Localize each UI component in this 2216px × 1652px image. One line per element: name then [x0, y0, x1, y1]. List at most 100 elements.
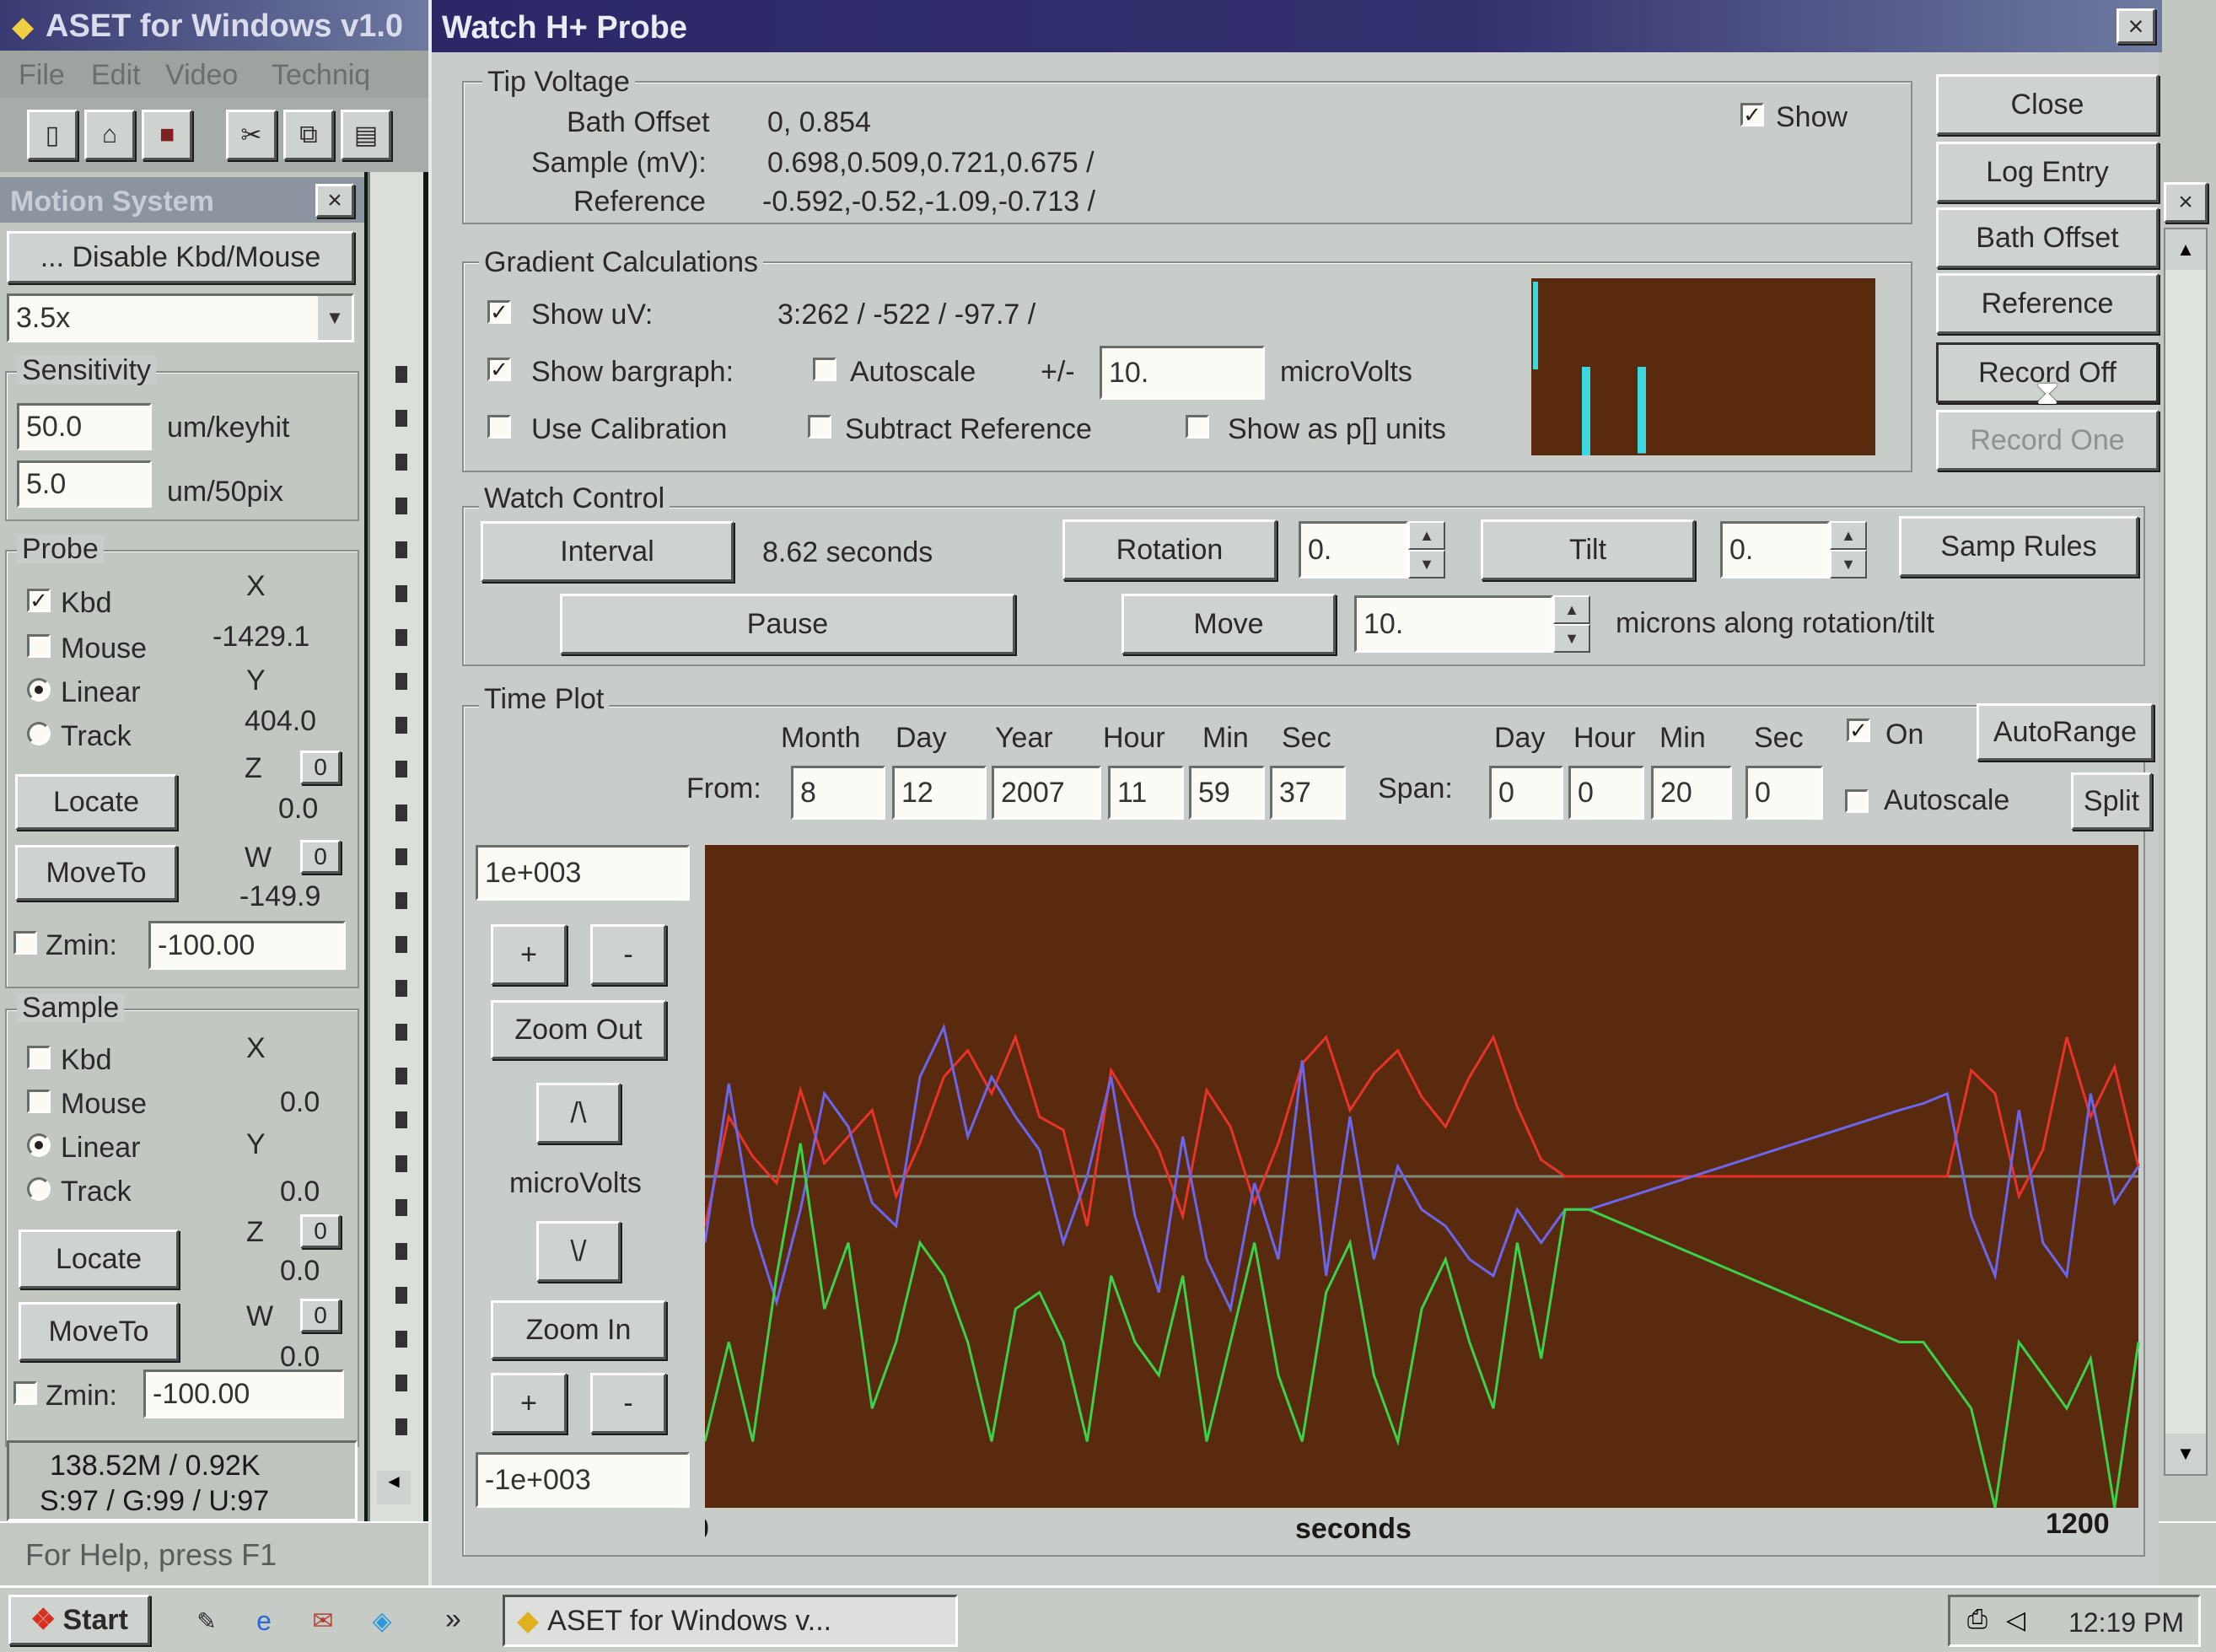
- span-sec-input[interactable]: 0: [1745, 766, 1823, 820]
- tilt-spinner[interactable]: ▲ ▼: [1830, 521, 1867, 578]
- sample-track-radio[interactable]: [27, 1177, 51, 1201]
- menu-technique[interactable]: Techniq: [272, 61, 370, 89]
- span-day-input[interactable]: 0: [1489, 766, 1563, 820]
- tilt-down-icon[interactable]: ▼: [1830, 550, 1867, 578]
- from-sec-input[interactable]: 37: [1270, 766, 1346, 820]
- pause-button[interactable]: Pause: [560, 594, 1015, 654]
- zoom-in-button[interactable]: Zoom In: [491, 1300, 666, 1359]
- probe-track-radio[interactable]: [27, 722, 51, 745]
- tilt-input[interactable]: 0.: [1720, 521, 1830, 578]
- scroll-up-icon[interactable]: ▲: [2165, 229, 2206, 270]
- close-button[interactable]: Close: [1936, 74, 2159, 135]
- save-icon[interactable]: ■: [142, 110, 192, 160]
- samp-rules-button[interactable]: Samp Rules: [1899, 516, 2138, 577]
- log-entry-button[interactable]: Log Entry: [1936, 142, 2159, 202]
- move-down-icon[interactable]: ▼: [1553, 624, 1590, 653]
- interval-button[interactable]: Interval: [481, 521, 734, 582]
- quicklaunch-ie-icon[interactable]: e: [241, 1598, 287, 1644]
- from-hour-input[interactable]: 11: [1108, 766, 1184, 820]
- move-spinner[interactable]: ▲ ▼: [1553, 595, 1590, 653]
- new-file-icon[interactable]: ▯: [27, 110, 78, 160]
- probe-zmin-input[interactable]: -100.00: [148, 921, 346, 970]
- quicklaunch-desktop-icon[interactable]: ✎: [184, 1598, 229, 1644]
- zoom-out-button[interactable]: Zoom Out: [491, 1000, 666, 1059]
- menu-edit[interactable]: Edit: [91, 61, 141, 89]
- show-bargraph-checkbox[interactable]: ✓: [487, 358, 511, 381]
- open-folder-icon[interactable]: ⌂: [84, 110, 135, 160]
- sample-locate-button[interactable]: Locate: [19, 1230, 179, 1289]
- time-autoscale-checkbox[interactable]: [1845, 789, 1869, 813]
- ymin-minus-button[interactable]: -: [590, 1373, 666, 1434]
- rotation-up-icon[interactable]: ▲: [1408, 521, 1445, 550]
- shift-up-button[interactable]: /\: [536, 1083, 621, 1143]
- probe-locate-button[interactable]: Locate: [15, 774, 177, 830]
- from-min-input[interactable]: 59: [1189, 766, 1265, 820]
- time-on-checkbox[interactable]: ✓: [1847, 718, 1870, 742]
- taskbar-aset-button[interactable]: ◆ ASET for Windows v...: [503, 1595, 958, 1647]
- sample-linear-radio[interactable]: [27, 1133, 51, 1157]
- show-uv-checkbox[interactable]: ✓: [487, 300, 511, 324]
- sample-kbd-checkbox[interactable]: [27, 1046, 51, 1069]
- quicklaunch-channel-icon[interactable]: ◈: [359, 1598, 405, 1644]
- bath-offset-button[interactable]: Bath Offset: [1936, 207, 2159, 268]
- probe-linear-radio[interactable]: [27, 678, 51, 702]
- sensitivity-keyhit-input[interactable]: 50.0: [17, 403, 152, 450]
- sample-mouse-checkbox[interactable]: [27, 1090, 51, 1113]
- tilt-button[interactable]: Tilt: [1481, 519, 1695, 580]
- tray-network-icon[interactable]: ⎙: [1967, 1606, 1987, 1634]
- use-calibration-checkbox[interactable]: [487, 415, 511, 439]
- sample-z-zero-button[interactable]: 0: [300, 1214, 341, 1248]
- split-button[interactable]: Split: [2071, 772, 2152, 830]
- grad-autoscale-checkbox[interactable]: [813, 358, 836, 381]
- probe-mouse-checkbox[interactable]: [27, 634, 51, 658]
- start-button[interactable]: ❖ Start: [8, 1595, 150, 1645]
- dialog-close-icon[interactable]: ×: [2116, 8, 2155, 44]
- ymax-minus-button[interactable]: -: [590, 924, 666, 985]
- menu-video[interactable]: Video: [165, 61, 238, 89]
- paste-icon[interactable]: ▤: [341, 110, 391, 160]
- quicklaunch-more-icon[interactable]: »: [445, 1605, 461, 1633]
- rotation-button[interactable]: Rotation: [1062, 519, 1277, 580]
- from-day-input[interactable]: 12: [892, 766, 987, 820]
- ymin-plus-button[interactable]: +: [491, 1373, 567, 1434]
- reference-button[interactable]: Reference: [1936, 273, 2159, 334]
- from-month-input[interactable]: 8: [791, 766, 885, 820]
- sensitivity-pix-input[interactable]: 5.0: [17, 460, 152, 508]
- copy-icon[interactable]: ⧉: [283, 110, 334, 160]
- tilt-up-icon[interactable]: ▲: [1830, 521, 1867, 550]
- scroll-down-icon[interactable]: ▼: [2165, 1434, 2206, 1474]
- sample-zmin-input[interactable]: -100.00: [143, 1369, 344, 1418]
- probe-moveto-button[interactable]: MoveTo: [15, 845, 177, 901]
- main-scrollbar[interactable]: ▲ ▼: [2164, 228, 2208, 1476]
- tip-show-checkbox[interactable]: ✓: [1740, 103, 1764, 126]
- move-up-icon[interactable]: ▲: [1553, 595, 1590, 624]
- tray-volume-icon[interactable]: ◁: [2006, 1606, 2025, 1635]
- record-one-button[interactable]: Record One: [1936, 410, 2159, 471]
- chevron-down-icon[interactable]: ▼: [318, 296, 352, 340]
- grad-range-input[interactable]: 10.: [1100, 346, 1265, 400]
- from-year-input[interactable]: 2007: [992, 766, 1101, 820]
- move-input[interactable]: 10.: [1354, 595, 1553, 653]
- span-hour-input[interactable]: 0: [1568, 766, 1644, 820]
- probe-z-zero-button[interactable]: 0: [300, 751, 341, 784]
- background-list-scroll-arrow[interactable]: ◄: [377, 1471, 411, 1504]
- motion-close-icon[interactable]: ×: [315, 184, 354, 218]
- probe-w-zero-button[interactable]: 0: [300, 840, 341, 874]
- disable-kbd-mouse-button[interactable]: ... Disable Kbd/Mouse: [7, 231, 354, 283]
- probe-kbd-checkbox[interactable]: ✓: [27, 589, 51, 612]
- autorange-button[interactable]: AutoRange: [1977, 703, 2154, 761]
- ymax-plus-button[interactable]: +: [491, 924, 567, 985]
- rotation-input[interactable]: 0.: [1299, 521, 1408, 578]
- rotation-down-icon[interactable]: ▼: [1408, 550, 1445, 578]
- shift-down-button[interactable]: \/: [536, 1221, 621, 1282]
- cut-icon[interactable]: ✂: [226, 110, 277, 160]
- rotation-spinner[interactable]: ▲ ▼: [1408, 521, 1445, 578]
- span-min-input[interactable]: 20: [1651, 766, 1732, 820]
- menu-file[interactable]: File: [19, 61, 65, 89]
- main-close-icon[interactable]: ×: [2164, 182, 2208, 223]
- move-button[interactable]: Move: [1121, 594, 1336, 654]
- sample-w-zero-button[interactable]: 0: [300, 1299, 341, 1332]
- show-p-units-checkbox[interactable]: [1186, 415, 1209, 439]
- sample-zmin-checkbox[interactable]: [13, 1381, 37, 1405]
- subtract-reference-checkbox[interactable]: [808, 415, 831, 439]
